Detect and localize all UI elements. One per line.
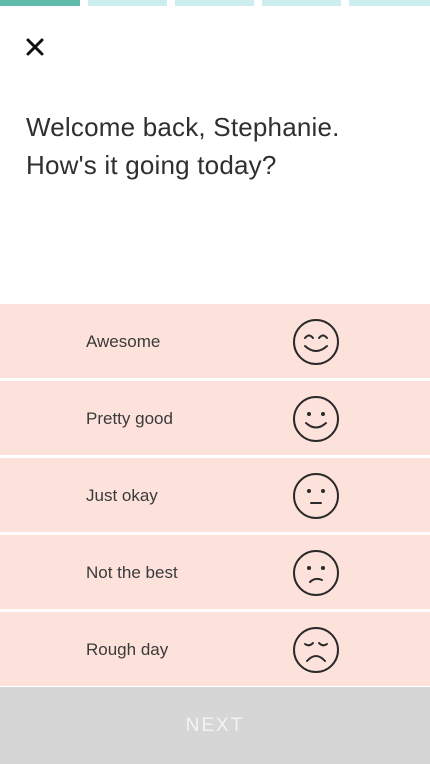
mood-option-rough-day[interactable]: Rough day bbox=[0, 612, 430, 686]
progress-step-2 bbox=[88, 0, 167, 6]
mood-option-just-okay[interactable]: Just okay bbox=[0, 458, 430, 532]
mood-option-pretty-good[interactable]: Pretty good bbox=[0, 381, 430, 455]
mood-label: Not the best bbox=[86, 563, 178, 582]
close-button[interactable] bbox=[22, 34, 48, 60]
mood-label: Just okay bbox=[86, 486, 158, 505]
progress-step-5 bbox=[349, 0, 430, 6]
smiling-face-icon bbox=[293, 396, 339, 442]
progress-step-3 bbox=[175, 0, 254, 6]
mood-option-awesome[interactable]: Awesome bbox=[0, 304, 430, 378]
mood-option-not-the-best[interactable]: Not the best bbox=[0, 535, 430, 609]
next-button[interactable]: NEXT bbox=[0, 687, 430, 764]
progress-step-1 bbox=[0, 0, 80, 6]
mood-options-list: Awesome Pretty good Just okay Not the be… bbox=[0, 304, 430, 689]
frowning-face-icon bbox=[293, 627, 339, 673]
neutral-face-icon bbox=[293, 473, 339, 519]
progress-bar bbox=[0, 0, 430, 6]
mood-label: Pretty good bbox=[86, 409, 173, 428]
mood-label: Awesome bbox=[86, 332, 161, 351]
slightly-sad-face-icon bbox=[293, 550, 339, 596]
progress-step-4 bbox=[262, 0, 341, 6]
greeting-heading: Welcome back, Stephanie. How's it going … bbox=[26, 108, 416, 184]
very-happy-face-icon bbox=[293, 319, 339, 365]
greeting-line-2: How's it going today? bbox=[26, 150, 277, 180]
close-icon bbox=[26, 38, 44, 56]
mood-label: Rough day bbox=[86, 640, 169, 659]
greeting-line-1: Welcome back, Stephanie. bbox=[26, 112, 340, 142]
